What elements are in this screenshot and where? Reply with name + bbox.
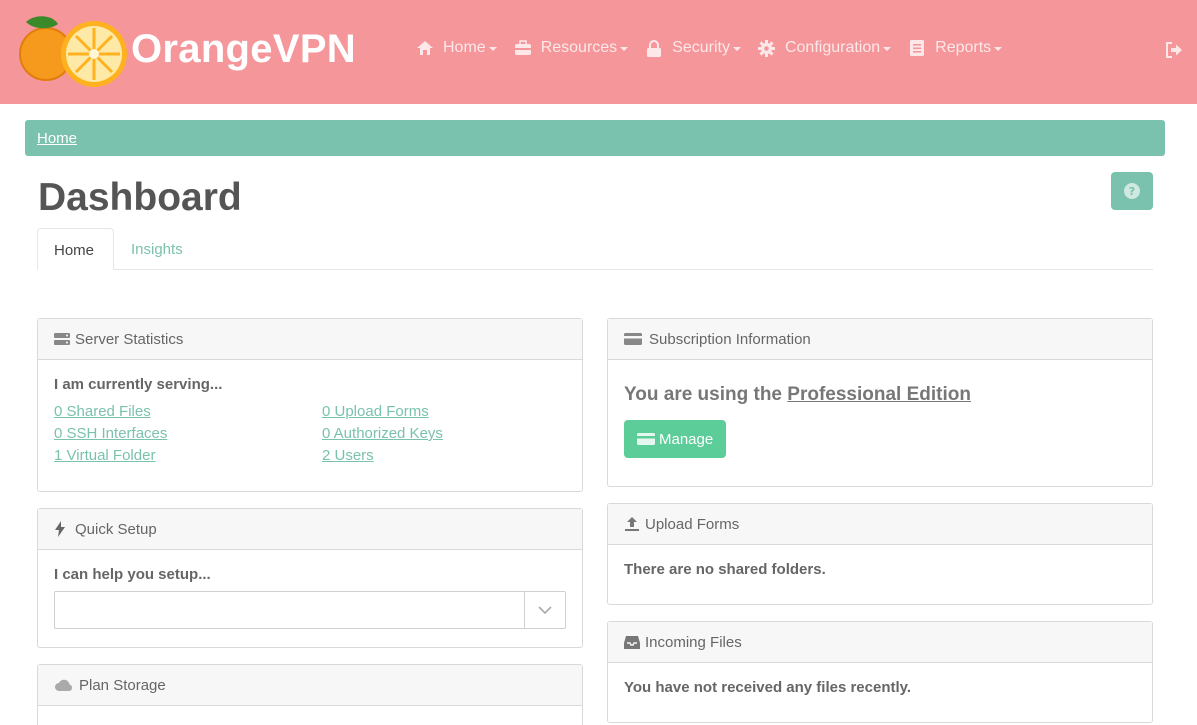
authorized-keys-link[interactable]: 0 Authorized Keys bbox=[322, 425, 562, 442]
panel-body: There are no shared folders. bbox=[608, 545, 1152, 594]
panel-header: Quick Setup bbox=[38, 509, 582, 550]
caret-down-icon bbox=[488, 47, 497, 51]
setup-select[interactable] bbox=[54, 591, 566, 629]
nav-resources-label: Resources bbox=[540, 39, 618, 56]
subscription-panel: Subscription Information You are using t… bbox=[607, 318, 1153, 487]
top-navbar: OrangeVPN Home Resources Security Config… bbox=[0, 0, 1197, 104]
caret-down-icon bbox=[994, 47, 1003, 51]
bolt-icon bbox=[54, 521, 70, 537]
credit-card-icon bbox=[624, 331, 644, 347]
panel-title: Upload Forms bbox=[645, 515, 740, 533]
setup-intro: I can help you setup... bbox=[54, 566, 211, 583]
panel-body: I can help you setup... bbox=[38, 550, 582, 645]
breadcrumb-home-link[interactable]: Home bbox=[37, 130, 77, 147]
panel-title: Incoming Files bbox=[645, 633, 742, 651]
caret-down-icon bbox=[732, 47, 741, 51]
upload-forms-text: There are no shared folders. bbox=[624, 561, 826, 578]
nav-configuration[interactable]: Configuration bbox=[758, 39, 892, 57]
panel-header: Plan Storage bbox=[38, 665, 582, 706]
upload-icon bbox=[624, 516, 640, 532]
nav-security[interactable]: Security bbox=[645, 39, 741, 57]
quick-setup-panel: Quick Setup I can help you setup... bbox=[37, 508, 583, 648]
panel-title: Quick Setup bbox=[75, 520, 157, 538]
panel-title: Server Statistics bbox=[75, 330, 184, 348]
cloud-icon bbox=[54, 677, 74, 693]
logout-icon[interactable] bbox=[1165, 42, 1183, 58]
ssh-interfaces-link[interactable]: 0 SSH Interfaces bbox=[54, 425, 322, 442]
tab-home[interactable]: Home bbox=[37, 228, 114, 270]
virtual-folder-link[interactable]: 1 Virtual Folder bbox=[54, 447, 322, 464]
chevron-down-icon bbox=[538, 605, 552, 614]
panel-header: Incoming Files bbox=[608, 622, 1152, 663]
home-icon bbox=[416, 39, 434, 57]
panel-body: You have not received any files recently… bbox=[608, 663, 1152, 712]
caret-down-icon bbox=[883, 47, 892, 51]
panel-header: Subscription Information bbox=[608, 319, 1152, 360]
nav-configuration-label: Configuration bbox=[784, 39, 881, 56]
shared-files-link[interactable]: 0 Shared Files bbox=[54, 403, 322, 420]
reports-icon bbox=[908, 39, 926, 57]
panel-body: I am currently serving... 0 Shared Files… bbox=[38, 360, 582, 480]
main-nav: Home Resources Security Configuration Re… bbox=[416, 39, 1019, 57]
users-link[interactable]: 2 Users bbox=[322, 447, 562, 464]
nav-resources[interactable]: Resources bbox=[514, 39, 629, 57]
tab-insights[interactable]: Insights bbox=[115, 228, 199, 270]
credit-card-icon bbox=[637, 432, 655, 446]
nav-home-label: Home bbox=[443, 39, 486, 56]
help-button[interactable]: ? bbox=[1111, 172, 1153, 210]
select-toggle[interactable] bbox=[524, 592, 565, 628]
manage-label: Manage bbox=[659, 430, 714, 448]
svg-text:?: ? bbox=[1129, 185, 1135, 198]
gear-icon bbox=[758, 39, 776, 57]
incoming-files-text: You have not received any files recently… bbox=[624, 679, 912, 696]
dashboard-tabs: Home Insights bbox=[37, 228, 1153, 270]
upload-forms-panel: Upload Forms There are no shared folders… bbox=[607, 503, 1153, 605]
caret-down-icon bbox=[620, 47, 629, 51]
serving-intro: I am currently serving... bbox=[54, 376, 223, 393]
upload-forms-link[interactable]: 0 Upload Forms bbox=[322, 403, 562, 420]
question-icon: ? bbox=[1124, 183, 1140, 199]
edition-prefix: You are using the bbox=[624, 384, 788, 405]
nav-home[interactable]: Home bbox=[416, 39, 497, 57]
panel-header: Server Statistics bbox=[38, 319, 582, 360]
stats-links: 0 Shared Files 0 Upload Forms 0 SSH Inte… bbox=[54, 403, 566, 464]
edition-line: You are using the Professional Edition bbox=[624, 384, 1136, 406]
nav-reports-label: Reports bbox=[935, 39, 992, 56]
resources-icon bbox=[514, 39, 532, 57]
page-title: Dashboard bbox=[38, 176, 242, 219]
panel-title: Subscription Information bbox=[649, 330, 811, 348]
orange-logo-icon[interactable] bbox=[12, 12, 130, 88]
plan-storage-panel: Plan Storage bbox=[37, 664, 583, 725]
nav-security-label: Security bbox=[672, 39, 730, 56]
brand-name[interactable]: OrangeVPN bbox=[131, 27, 356, 72]
edition-link[interactable]: Professional Edition bbox=[787, 384, 971, 405]
inbox-icon bbox=[624, 634, 640, 650]
lock-icon bbox=[645, 39, 663, 57]
panel-title: Plan Storage bbox=[79, 676, 166, 694]
panel-body: You are using the Professional Edition M… bbox=[608, 360, 1152, 474]
incoming-files-panel: Incoming Files You have not received any… bbox=[607, 621, 1153, 723]
server-icon bbox=[54, 331, 70, 347]
panel-header: Upload Forms bbox=[608, 504, 1152, 545]
manage-button[interactable]: Manage bbox=[624, 420, 727, 458]
nav-reports[interactable]: Reports bbox=[908, 39, 1003, 57]
breadcrumb: Home bbox=[25, 120, 1165, 156]
server-statistics-panel: Server Statistics I am currently serving… bbox=[37, 318, 583, 492]
